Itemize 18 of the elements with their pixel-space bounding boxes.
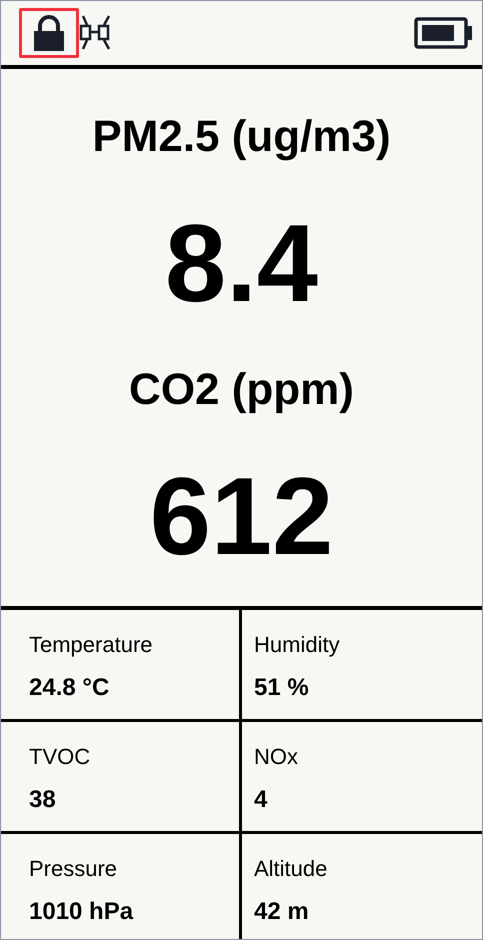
metric-value: 612 xyxy=(150,462,334,572)
reading-value: 1010 hPa xyxy=(29,898,134,927)
reading-label: Altitude xyxy=(254,856,328,882)
reading-value: 42 m xyxy=(254,898,309,927)
reading-value: 38 xyxy=(29,786,56,815)
reading-label: Pressure xyxy=(29,856,118,882)
lock-icon xyxy=(33,14,65,52)
metric-label: CO2 (ppm) xyxy=(129,366,354,415)
battery-icon xyxy=(414,17,474,49)
reading-label: Humidity xyxy=(254,632,340,658)
reading-value: 51 % xyxy=(254,674,309,703)
reading-label: Temperature xyxy=(29,632,153,658)
reading-value: 4 xyxy=(254,786,268,815)
reading-label: TVOC xyxy=(29,744,90,770)
reading-label: NOx xyxy=(254,744,298,770)
reading-value: 24.8 °C xyxy=(29,674,110,703)
metric-value: 8.4 xyxy=(165,208,318,319)
metric-label: PM2.5 (ug/m3) xyxy=(92,112,391,162)
